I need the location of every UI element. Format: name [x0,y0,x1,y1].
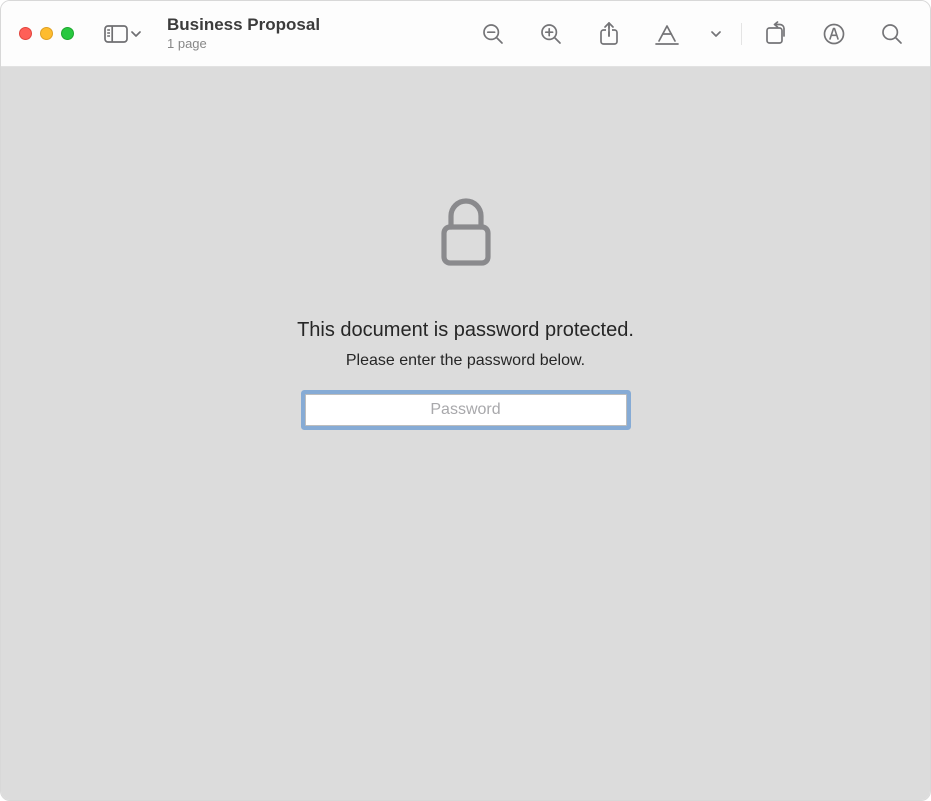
minimize-window-button[interactable] [40,27,53,40]
lock-icon [436,197,496,269]
highlighter-icon [822,22,846,46]
share-icon [598,21,620,47]
zoom-out-button[interactable] [469,12,517,56]
zoom-out-icon [481,22,505,46]
titlebar: Business Proposal 1 page [1,1,930,67]
document-subtitle: 1 page [167,36,320,52]
sidebar-toggle-button[interactable] [98,21,147,47]
title-block: Business Proposal 1 page [167,16,320,51]
chevron-down-icon [131,30,141,38]
password-subtext: Please enter the password below. [346,352,585,370]
lock-graphic [436,197,496,269]
rotate-left-icon [763,21,789,47]
password-field-wrap [305,394,627,426]
preview-window: Business Proposal 1 page [0,0,931,801]
chevron-down-icon [711,30,721,38]
window-controls [19,27,74,40]
zoom-in-button[interactable] [527,12,575,56]
zoom-in-icon [539,22,563,46]
search-button[interactable] [868,12,916,56]
toolbar-separator [741,23,742,45]
password-heading: This document is password protected. [297,319,634,342]
markup-button[interactable] [643,12,691,56]
content-area: This document is password protected. Ple… [1,67,930,800]
markup-menu-button[interactable] [701,12,731,56]
sidebar-icon [104,25,128,43]
pencil-tip-icon [654,22,680,46]
search-icon [880,22,904,46]
highlight-button[interactable] [810,12,858,56]
share-button[interactable] [585,12,633,56]
rotate-button[interactable] [752,12,800,56]
close-window-button[interactable] [19,27,32,40]
zoom-window-button[interactable] [61,27,74,40]
password-input[interactable] [305,394,627,426]
document-title: Business Proposal [167,16,320,35]
